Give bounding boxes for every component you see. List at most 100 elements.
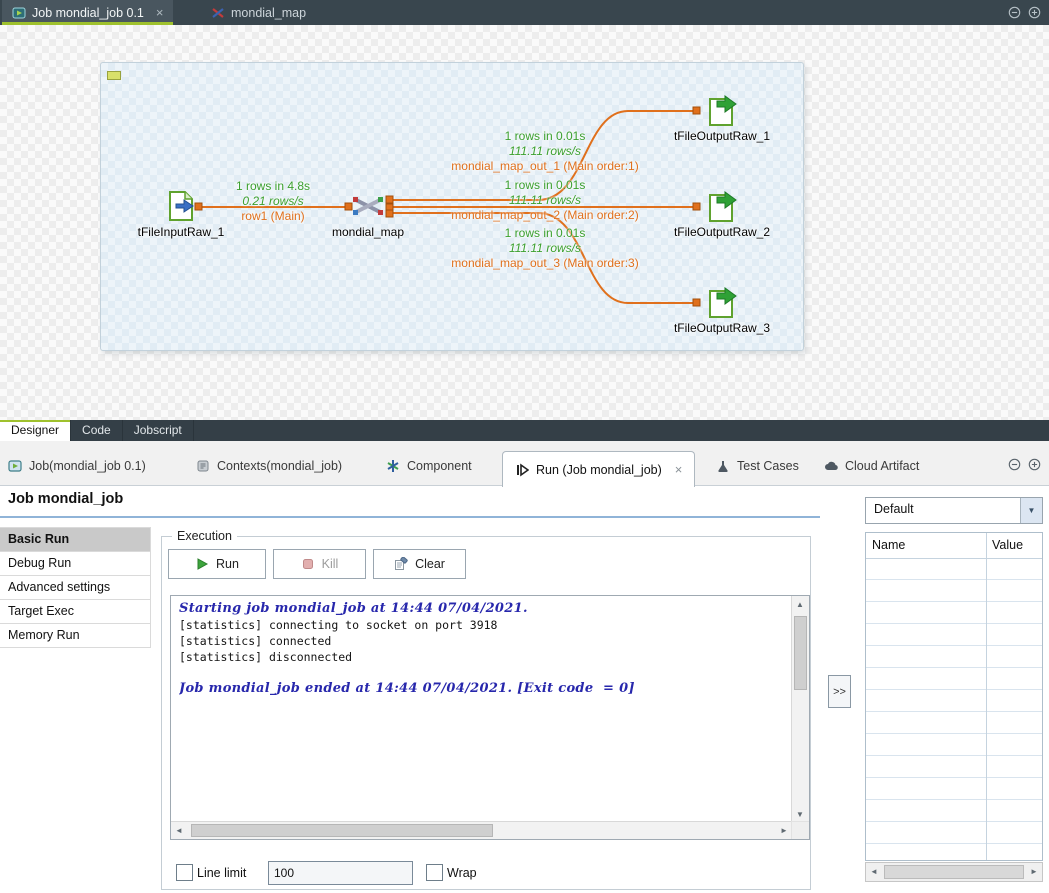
column-divider <box>986 533 987 860</box>
scrollbar-thumb[interactable] <box>191 824 493 837</box>
console-line: [statistics] connected <box>179 633 787 649</box>
title-underline <box>0 516 820 518</box>
file-output-raw-icon <box>706 95 738 127</box>
component-tfileoutputraw-2[interactable] <box>706 191 738 223</box>
editor-tab-label: mondial_map <box>231 6 306 20</box>
kill-stop-icon <box>301 557 315 571</box>
scroll-right-icon[interactable]: ► <box>776 822 792 838</box>
cloud-icon <box>824 459 838 473</box>
view-bar-buttons <box>1008 458 1041 471</box>
sidebar-item-advanced-settings[interactable]: Advanced settings <box>0 576 151 600</box>
tab-label: Test Cases <box>737 459 799 473</box>
scroll-down-icon[interactable]: ▼ <box>792 806 808 822</box>
scrollbar-thumb[interactable] <box>794 616 807 690</box>
tab-contexts-view[interactable]: Contexts(mondial_job) <box>196 459 342 473</box>
column-header-name[interactable]: Name <box>872 533 905 557</box>
kill-button[interactable]: Kill <box>273 549 366 579</box>
sidebar-item-memory-run[interactable]: Memory Run <box>0 624 151 648</box>
tab-component-view[interactable]: Component <box>386 459 472 473</box>
chevron-down-icon[interactable]: ▼ <box>1020 498 1042 523</box>
component-tfileoutputraw-3[interactable] <box>706 287 738 319</box>
tab-cloud-artifact[interactable]: Cloud Artifact <box>824 459 919 473</box>
component-tfileoutputraw-1[interactable] <box>706 95 738 127</box>
component-label[interactable]: tFileOutputRaw_1 <box>656 129 788 143</box>
editor-tab-map[interactable]: mondial_map <box>201 0 316 25</box>
table-rows-empty[interactable] <box>866 558 1042 860</box>
console-line: Starting job mondial_job at 14:44 07/04/… <box>179 601 787 617</box>
console-horizontal-scrollbar[interactable]: ◄ ► <box>171 821 792 839</box>
tab-label: Contexts(mondial_job) <box>217 459 342 473</box>
close-icon[interactable]: × <box>675 462 683 477</box>
execution-group-legend: Execution <box>172 529 237 543</box>
row-count-label: 1 rows in 0.01s <box>445 227 645 240</box>
job-icon <box>8 459 22 473</box>
component-tfileinputraw[interactable] <box>165 190 197 222</box>
context-selector[interactable]: Default ▼ <box>865 497 1043 524</box>
row-count-label: 1 rows in 0.01s <box>445 179 645 192</box>
maximize-icon[interactable] <box>1028 6 1041 19</box>
run-button[interactable]: Run <box>168 549 266 579</box>
console-vertical-scrollbar[interactable]: ▲ ▼ <box>791 596 809 822</box>
row-rate-label: 111.11 rows/s <box>445 242 645 255</box>
minimize-icon[interactable] <box>1008 6 1021 19</box>
sidebar-item-debug-run[interactable]: Debug Run <box>0 552 151 576</box>
line-limit-checkbox[interactable] <box>176 864 193 881</box>
wrap-label: Wrap <box>447 866 477 880</box>
sidebar-item-basic-run[interactable]: Basic Run <box>0 528 151 552</box>
run-button-label: Run <box>216 557 239 571</box>
component-label[interactable]: tFileOutputRaw_3 <box>656 321 788 335</box>
execution-console[interactable]: Starting job mondial_job at 14:44 07/04/… <box>170 595 810 840</box>
tmap-component-icon <box>352 190 384 222</box>
editor-tab-job[interactable]: Job mondial_job 0.1 × <box>2 0 173 25</box>
tab-test-cases[interactable]: Test Cases <box>716 459 799 473</box>
row-count-label: 1 rows in 0.01s <box>445 130 645 143</box>
sidebar-item-target-exec[interactable]: Target Exec <box>0 600 151 624</box>
run-view-title: Job mondial_job <box>8 491 123 507</box>
scrollbar-thumb[interactable] <box>884 865 1024 879</box>
console-line <box>179 665 787 681</box>
kill-button-label: Kill <box>322 557 339 571</box>
editor-tab-bar: Job mondial_job 0.1 × mondial_map <box>0 0 1049 25</box>
context-table-scrollbar[interactable]: ◄ ► <box>865 862 1043 882</box>
scroll-left-icon[interactable]: ◄ <box>866 863 882 879</box>
test-cases-icon <box>716 459 730 473</box>
scroll-right-icon[interactable]: ► <box>1026 863 1042 879</box>
tmap-icon <box>211 6 225 20</box>
scroll-left-icon[interactable]: ◄ <box>171 822 187 838</box>
file-output-raw-icon <box>706 191 738 223</box>
tab-designer[interactable]: Designer <box>0 420 71 441</box>
contexts-icon <box>196 459 210 473</box>
context-selector-value: Default <box>874 498 914 521</box>
connection-label[interactable]: mondial_map_out_1 (Main order:1) <box>445 160 645 173</box>
tab-jobscript[interactable]: Jobscript <box>123 420 194 441</box>
component-tmap[interactable] <box>352 190 384 222</box>
context-variables-table[interactable]: Name Value <box>865 532 1043 861</box>
console-line: Job mondial_job ended at 14:44 07/04/202… <box>179 681 787 697</box>
connection-label[interactable]: row1 (Main) <box>194 210 352 223</box>
connection-label[interactable]: mondial_map_out_3 (Main order:3) <box>445 257 645 270</box>
row-rate-label: 111.11 rows/s <box>445 194 645 207</box>
component-label[interactable]: tFileInputRaw_1 <box>113 225 249 239</box>
line-limit-input[interactable] <box>268 861 413 885</box>
line-limit-label: Line limit <box>197 866 246 880</box>
column-header-value[interactable]: Value <box>992 533 1023 557</box>
file-input-raw-icon <box>165 190 197 222</box>
tab-job-view[interactable]: Job(mondial_job 0.1) <box>8 459 146 473</box>
editor-tab-label: Job mondial_job 0.1 <box>32 6 144 20</box>
connection-label[interactable]: mondial_map_out_2 (Main order:2) <box>445 209 645 222</box>
minimize-icon[interactable] <box>1008 458 1021 471</box>
maximize-icon[interactable] <box>1028 458 1041 471</box>
component-icon <box>386 459 400 473</box>
clear-button[interactable]: Clear <box>373 549 466 579</box>
design-canvas[interactable]: tFileInputRaw_1 mondial_map tFileOutputR… <box>0 25 1049 420</box>
scroll-up-icon[interactable]: ▲ <box>792 596 808 612</box>
note-sticky[interactable] <box>107 71 121 80</box>
row-rate-label: 0.21 rows/s <box>194 195 352 208</box>
component-label[interactable]: mondial_map <box>312 225 424 239</box>
close-icon[interactable]: × <box>156 6 164 19</box>
component-label[interactable]: tFileOutputRaw_2 <box>656 225 788 239</box>
expand-panel-button[interactable]: >> <box>828 675 851 708</box>
wrap-checkbox[interactable] <box>426 864 443 881</box>
tab-code[interactable]: Code <box>71 420 123 441</box>
tab-run-view[interactable]: Run (Job mondial_job) × <box>502 451 695 487</box>
